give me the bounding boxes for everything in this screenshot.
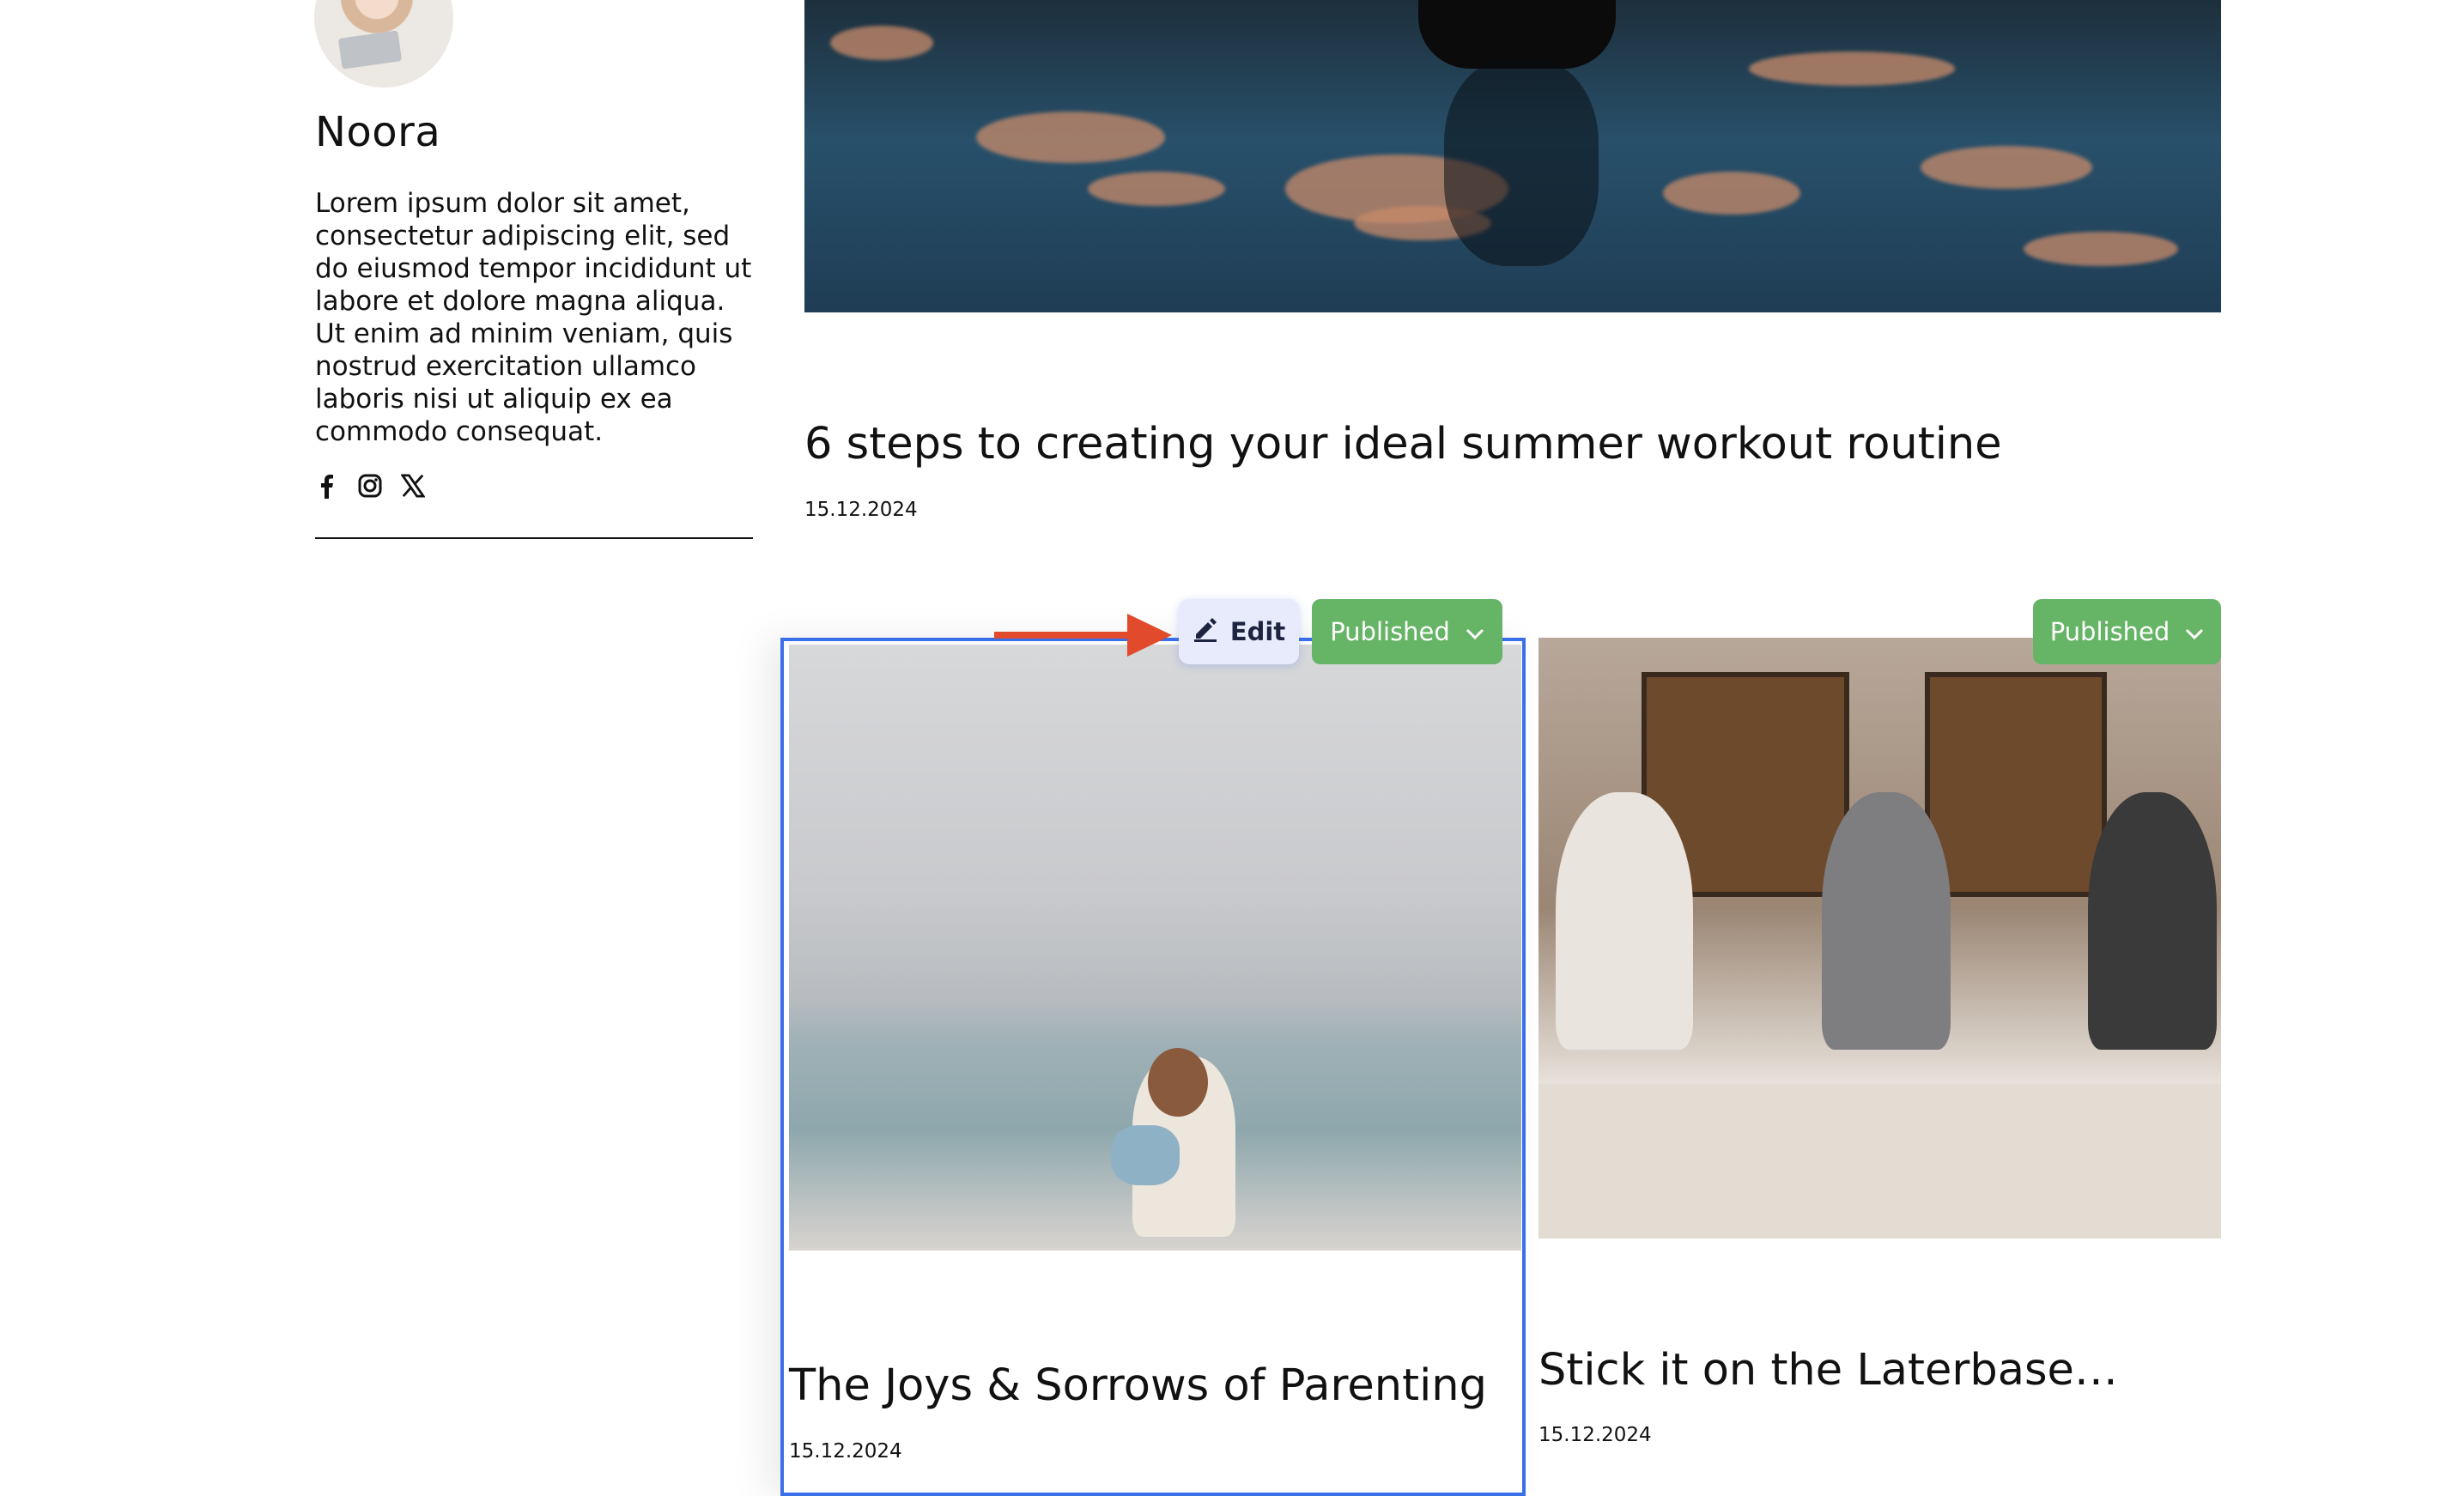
- author-name: Noora: [315, 108, 441, 156]
- edit-button[interactable]: Edit: [1179, 599, 1299, 664]
- author-avatar: [314, 0, 453, 88]
- annotation-arrow-head: [1127, 614, 1172, 657]
- post-date: 15.12.2024: [804, 499, 918, 521]
- status-dropdown[interactable]: Published: [1312, 599, 1502, 664]
- post-title[interactable]: The Joys & Sorrows of Parenting: [789, 1360, 1487, 1411]
- facebook-icon[interactable]: [315, 472, 339, 500]
- chevron-down-icon: [2185, 617, 2204, 646]
- instagram-icon[interactable]: [358, 472, 382, 500]
- edit-label: Edit: [1229, 617, 1286, 646]
- post-date: 15.12.2024: [1538, 1424, 1652, 1446]
- pencil-icon: [1193, 616, 1218, 648]
- post-image-workout[interactable]: [804, 0, 2221, 312]
- social-links: [315, 472, 425, 500]
- post-date: 15.12.2024: [789, 1440, 902, 1463]
- x-icon[interactable]: [401, 472, 425, 500]
- status-label: Published: [1330, 617, 1450, 646]
- post-image-parenting[interactable]: [789, 645, 1521, 1251]
- sidebar-divider: [315, 537, 753, 539]
- post-image-meeting[interactable]: [1538, 638, 2221, 1239]
- status-dropdown[interactable]: Published: [2033, 599, 2221, 664]
- status-label: Published: [2049, 617, 2170, 646]
- post-title[interactable]: 6 steps to creating your ideal summer wo…: [804, 419, 2002, 469]
- post-title[interactable]: Stick it on the Laterbase…: [1538, 1345, 2118, 1396]
- author-bio: Lorem ipsum dolor sit amet, consectetur …: [315, 188, 752, 447]
- chevron-down-icon: [1466, 617, 1484, 646]
- annotation-arrow-shaft: [994, 632, 1135, 639]
